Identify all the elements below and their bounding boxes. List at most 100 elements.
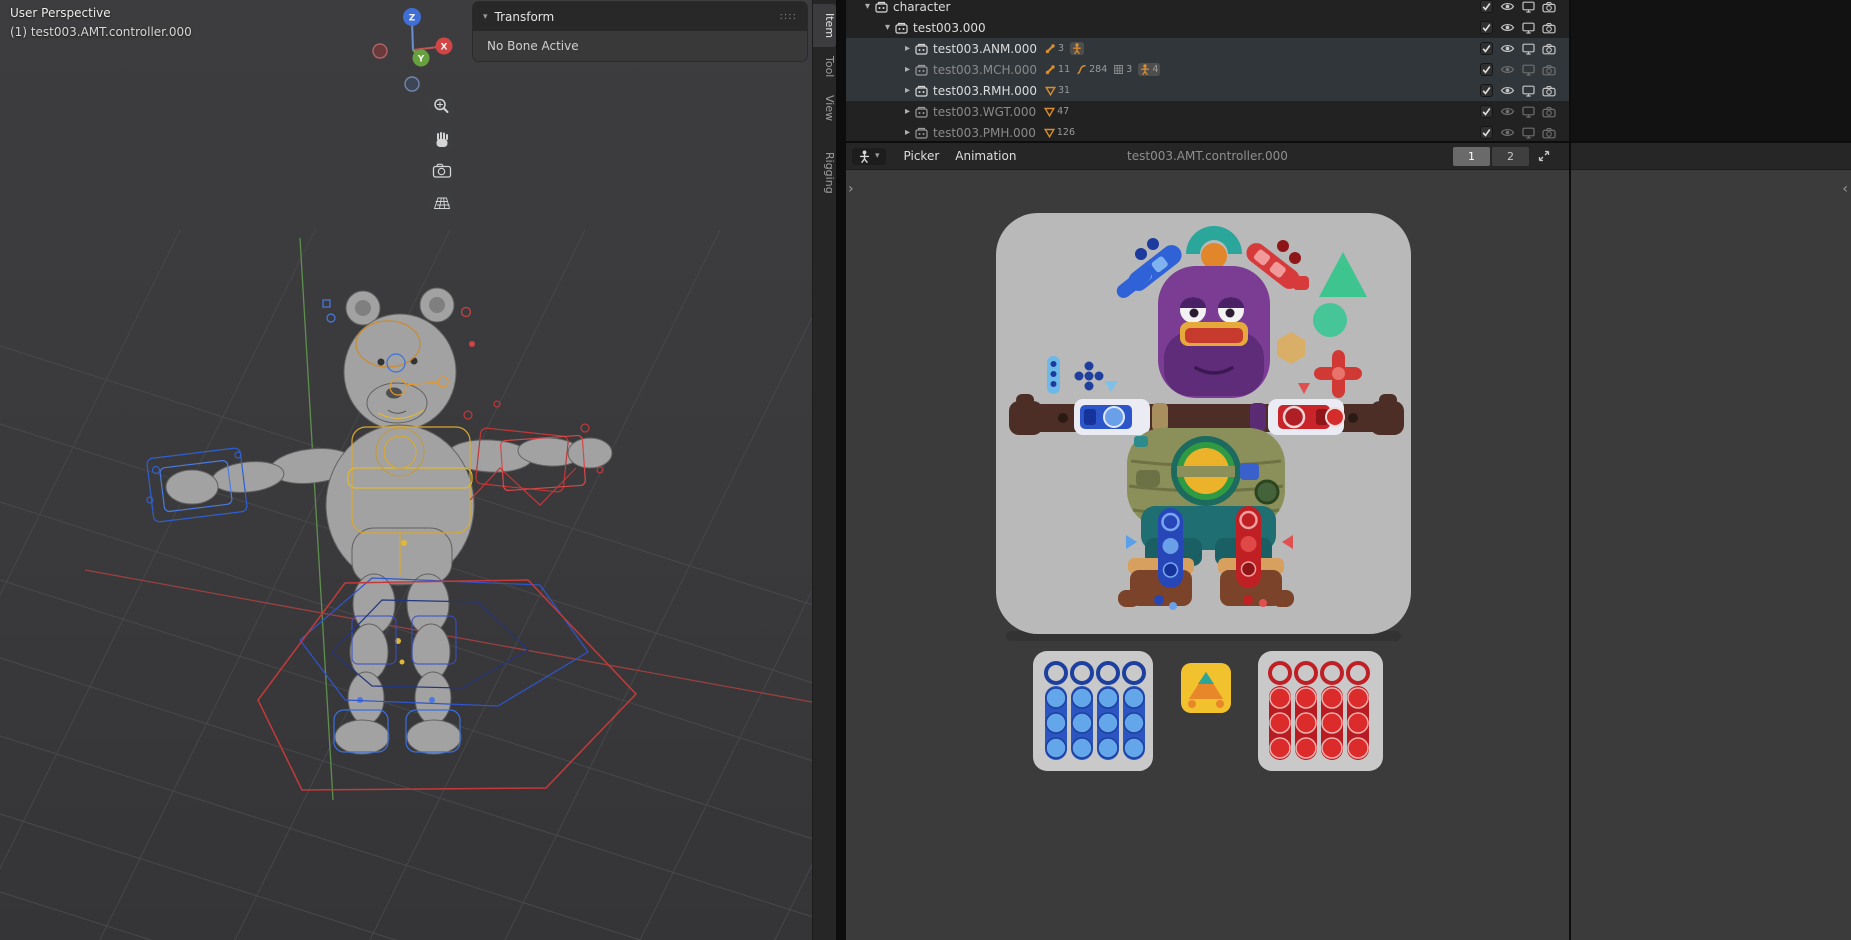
right-toe-dot[interactable] bbox=[1259, 599, 1267, 607]
checkbox[interactable] bbox=[1480, 42, 1493, 55]
outliner-row[interactable]: ▾ character bbox=[846, 0, 1569, 17]
eye-icon[interactable] bbox=[1500, 127, 1515, 138]
checkbox[interactable] bbox=[1480, 84, 1493, 97]
outliner-item-label: test003.RMH.000 bbox=[933, 84, 1037, 98]
axis-neg-x[interactable] bbox=[373, 44, 387, 58]
outliner-row[interactable]: ▸test003.MCH.0001128434 bbox=[846, 59, 1569, 80]
tab-rigging[interactable]: Rigging bbox=[813, 143, 836, 203]
chevron-right-icon[interactable]: ▸ bbox=[900, 106, 915, 117]
screen-icon[interactable] bbox=[1522, 85, 1535, 97]
left-grid-panel[interactable] bbox=[1033, 651, 1153, 771]
navigation-gizmo[interactable]: Z X Y bbox=[373, 8, 453, 91]
chevron-down-icon[interactable]: ▾ bbox=[880, 22, 895, 33]
collection-icon bbox=[915, 64, 928, 76]
outliner-row[interactable]: ▾test003.000 bbox=[846, 17, 1569, 38]
left-leg-control[interactable] bbox=[1158, 508, 1183, 588]
screen-icon[interactable] bbox=[1522, 127, 1535, 139]
eye-icon[interactable] bbox=[1500, 85, 1515, 96]
camera-icon[interactable] bbox=[1542, 64, 1556, 76]
collection-icon bbox=[895, 22, 908, 34]
menu-picker[interactable]: Picker bbox=[896, 149, 948, 163]
checkbox[interactable] bbox=[1480, 126, 1493, 139]
outliner-row[interactable]: ▸test003.WGT.00047 bbox=[846, 101, 1569, 122]
screen-icon[interactable] bbox=[1522, 106, 1535, 118]
chevron-right-icon[interactable]: ▸ bbox=[900, 85, 915, 96]
eye-icon[interactable] bbox=[1500, 106, 1515, 117]
tab-item[interactable]: Item bbox=[813, 4, 836, 47]
editor-type-dropdown[interactable]: ▾ bbox=[852, 148, 886, 165]
chevron-right-icon[interactable]: ▸ bbox=[900, 64, 915, 75]
camera-icon[interactable] bbox=[1542, 85, 1556, 97]
pan-hand-button[interactable] bbox=[429, 126, 455, 152]
region-toggle-arrow[interactable]: ‹ bbox=[1842, 182, 1848, 196]
bone-status-text: No Bone Active bbox=[487, 39, 579, 53]
character-model[interactable] bbox=[120, 278, 644, 770]
outliner-item-label: character bbox=[893, 0, 950, 14]
zoom-button[interactable] bbox=[429, 94, 455, 120]
camera-icon[interactable] bbox=[1542, 127, 1556, 139]
outliner-item-label: test003.MCH.000 bbox=[933, 63, 1037, 77]
secondary-panel: ‹ bbox=[1569, 143, 1851, 940]
persp-ortho-button[interactable] bbox=[429, 190, 455, 216]
outliner-row[interactable]: ▸test003.RMH.00031 bbox=[846, 80, 1569, 101]
camera-icon[interactable] bbox=[1542, 43, 1556, 55]
left-toe-dot[interactable] bbox=[1169, 602, 1177, 610]
center-button[interactable] bbox=[1181, 663, 1231, 713]
screen-icon[interactable] bbox=[1522, 1, 1535, 13]
armature-icon bbox=[1070, 42, 1084, 55]
panel-collapse-icon[interactable]: ▾ bbox=[483, 12, 488, 22]
transform-panel-header[interactable]: ▾ Transform :::: bbox=[473, 2, 807, 31]
tab-tool[interactable]: Tool bbox=[813, 47, 836, 86]
layer-button-1[interactable]: 1 bbox=[1453, 147, 1490, 166]
checkbox[interactable] bbox=[1480, 0, 1493, 13]
blender-window: Z X Y bbox=[0, 0, 1851, 940]
layer-button-2[interactable]: 2 bbox=[1492, 147, 1529, 166]
sidebar-tab-strip: Item Tool View Rigging bbox=[812, 0, 836, 940]
panel-drag-handle[interactable]: :::: bbox=[780, 11, 797, 22]
tab-view[interactable]: View bbox=[813, 86, 836, 130]
camera-view-button[interactable] bbox=[429, 158, 455, 184]
right-leg-control[interactable] bbox=[1236, 506, 1261, 588]
outliner-row[interactable]: ▸test003.ANM.0003 bbox=[846, 38, 1569, 59]
viewport-3d[interactable]: Z X Y bbox=[0, 0, 812, 940]
collection-icon bbox=[915, 43, 928, 55]
screen-icon[interactable] bbox=[1522, 22, 1535, 34]
left-foot-dot[interactable] bbox=[1154, 595, 1164, 605]
right-arm-control[interactable] bbox=[1268, 399, 1344, 435]
transform-panel-title: Transform bbox=[495, 10, 555, 24]
camera-icon[interactable] bbox=[1542, 1, 1556, 13]
chevron-down-icon: ▾ bbox=[875, 151, 880, 161]
right-foot-dot[interactable] bbox=[1243, 595, 1253, 605]
curve-icon: 284 bbox=[1076, 64, 1107, 75]
transform-panel[interactable]: ▾ Transform :::: No Bone Active bbox=[473, 2, 807, 61]
chevron-down-icon[interactable]: ▾ bbox=[860, 1, 875, 12]
mesh-icon: 47 bbox=[1044, 106, 1069, 117]
viewport-canvas[interactable]: Z X Y bbox=[0, 0, 812, 940]
region-toggle-arrow[interactable]: › bbox=[848, 182, 854, 196]
outliner-row[interactable]: ▸test003.PMH.000126 bbox=[846, 122, 1569, 141]
menu-animation[interactable]: Animation bbox=[947, 149, 1024, 163]
eye-icon[interactable] bbox=[1500, 43, 1515, 54]
camera-icon[interactable] bbox=[1542, 22, 1556, 34]
checkbox[interactable] bbox=[1480, 63, 1493, 76]
eye-icon[interactable] bbox=[1500, 22, 1515, 33]
picker-canvas-area[interactable]: › bbox=[846, 170, 1569, 940]
head-button[interactable] bbox=[1158, 266, 1270, 398]
right-elbow-button[interactable] bbox=[1250, 403, 1266, 431]
circle-button[interactable] bbox=[1313, 303, 1347, 337]
chevron-right-icon[interactable]: ▸ bbox=[900, 127, 915, 138]
left-elbow-button[interactable] bbox=[1152, 403, 1168, 431]
left-arm-control[interactable] bbox=[1074, 399, 1150, 435]
fullscreen-icon[interactable] bbox=[1537, 149, 1551, 163]
checkbox[interactable] bbox=[1480, 21, 1493, 34]
axis-neg-z[interactable] bbox=[405, 77, 419, 91]
camera-icon[interactable] bbox=[1542, 106, 1556, 118]
eye-icon[interactable] bbox=[1500, 64, 1515, 75]
screen-icon[interactable] bbox=[1522, 43, 1535, 55]
chevron-right-icon[interactable]: ▸ bbox=[900, 43, 915, 54]
x-axis-line bbox=[85, 570, 812, 702]
eye-icon[interactable] bbox=[1500, 1, 1515, 12]
right-grid-panel[interactable] bbox=[1258, 651, 1383, 771]
checkbox[interactable] bbox=[1480, 105, 1493, 118]
screen-icon[interactable] bbox=[1522, 64, 1535, 76]
